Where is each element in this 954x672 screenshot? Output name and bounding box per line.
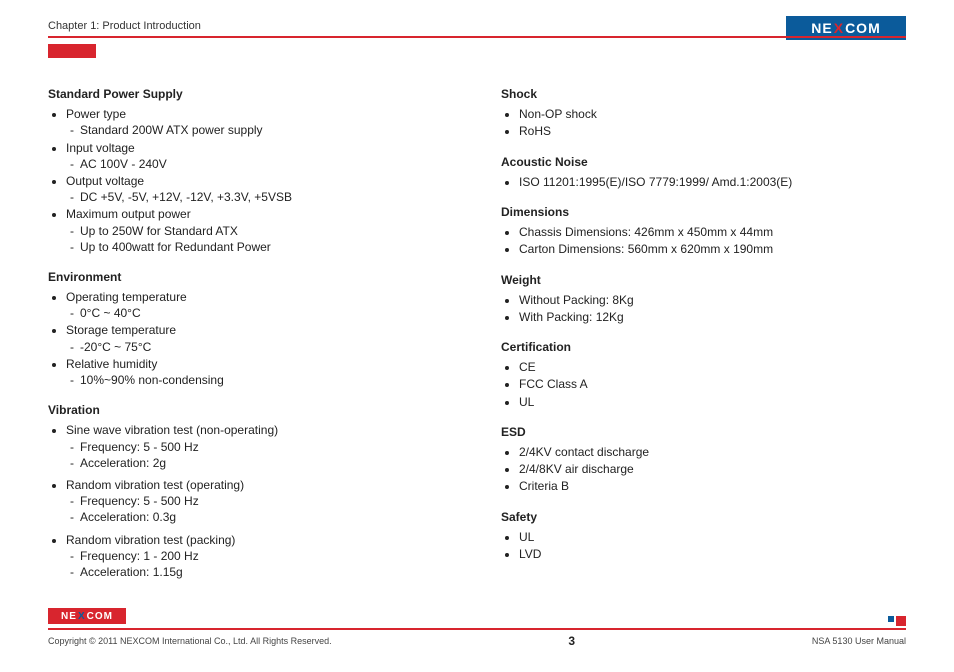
- document-name: NSA 5130 User Manual: [812, 636, 906, 646]
- list-item: Operating temperature 0°C ~ 40°C: [66, 289, 453, 321]
- sub-item: 10%~90% non-condensing: [66, 372, 453, 388]
- sub-item: DC +5V, -5V, +12V, -12V, +3.3V, +5VSB: [66, 189, 453, 205]
- copyright-text: Copyright © 2011 NEXCOM International Co…: [48, 636, 332, 646]
- list-item: Without Packing: 8Kg: [519, 292, 906, 308]
- list-item: UL: [519, 394, 906, 410]
- section-shock: Shock Non-OP shock RoHS: [501, 86, 906, 140]
- section-heading: Certification: [501, 339, 906, 355]
- list-item: Random vibration test (operating) Freque…: [66, 477, 453, 526]
- sub-item: -20°C ~ 75°C: [66, 339, 453, 355]
- list-item: LVD: [519, 546, 906, 562]
- section-heading: Vibration: [48, 402, 453, 418]
- section-heading: Environment: [48, 269, 453, 285]
- section-heading: Dimensions: [501, 204, 906, 220]
- list-item: Relative humidity 10%~90% non-condensing: [66, 356, 453, 388]
- sub-item: Frequency: 1 - 200 Hz: [66, 548, 453, 564]
- section-power-supply: Standard Power Supply Power type Standar…: [48, 86, 453, 255]
- section-safety: Safety UL LVD: [501, 509, 906, 563]
- section-dimensions: Dimensions Chassis Dimensions: 426mm x 4…: [501, 204, 906, 258]
- sub-item: Acceleration: 1.15g: [66, 564, 453, 580]
- sub-item: Standard 200W ATX power supply: [66, 122, 453, 138]
- list-item: Maximum output power Up to 250W for Stan…: [66, 206, 453, 255]
- list-item: ISO 11201:1995(E)/ISO 7779:1999/ Amd.1:2…: [519, 174, 906, 190]
- list-item: 2/4KV contact discharge: [519, 444, 906, 460]
- list-item: Criteria B: [519, 478, 906, 494]
- section-vibration: Vibration Sine wave vibration test (non-…: [48, 402, 453, 580]
- section-heading: ESD: [501, 424, 906, 440]
- list-item: FCC Class A: [519, 376, 906, 392]
- list-item: RoHS: [519, 123, 906, 139]
- section-heading: Weight: [501, 272, 906, 288]
- page-header: Chapter 1: Product Introduction NEXCOM: [48, 18, 906, 46]
- sub-item: Acceleration: 2g: [66, 455, 453, 471]
- list-item: 2/4/8KV air discharge: [519, 461, 906, 477]
- sub-item: Up to 400watt for Redundant Power: [66, 239, 453, 255]
- list-item: Random vibration test (packing) Frequenc…: [66, 532, 453, 581]
- list-item: Output voltage DC +5V, -5V, +12V, -12V, …: [66, 173, 453, 205]
- right-column: Shock Non-OP shock RoHS Acoustic Noise I…: [501, 86, 906, 612]
- content-columns: Standard Power Supply Power type Standar…: [48, 86, 906, 612]
- sub-item: Frequency: 5 - 500 Hz: [66, 439, 453, 455]
- footer-rule: [48, 628, 906, 630]
- section-heading: Acoustic Noise: [501, 154, 906, 170]
- sub-item: Acceleration: 0.3g: [66, 509, 453, 525]
- chapter-title: Chapter 1: Product Introduction: [48, 20, 201, 32]
- section-esd: ESD 2/4KV contact discharge 2/4/8KV air …: [501, 424, 906, 495]
- header-rule: [48, 36, 906, 38]
- sub-item: Up to 250W for Standard ATX: [66, 223, 453, 239]
- section-heading: Shock: [501, 86, 906, 102]
- list-item: Non-OP shock: [519, 106, 906, 122]
- footer-accent-icon: [882, 612, 906, 626]
- section-heading: Safety: [501, 509, 906, 525]
- left-column: Standard Power Supply Power type Standar…: [48, 86, 453, 612]
- list-item: CE: [519, 359, 906, 375]
- list-item: Input voltage AC 100V - 240V: [66, 140, 453, 172]
- sub-item: AC 100V - 240V: [66, 156, 453, 172]
- page-number: 3: [568, 634, 575, 648]
- section-acoustic-noise: Acoustic Noise ISO 11201:1995(E)/ISO 777…: [501, 154, 906, 190]
- header-tab-accent: [48, 44, 96, 58]
- list-item: UL: [519, 529, 906, 545]
- section-heading: Standard Power Supply: [48, 86, 453, 102]
- list-item: Power type Standard 200W ATX power suppl…: [66, 106, 453, 138]
- list-item: Carton Dimensions: 560mm x 620mm x 190mm: [519, 241, 906, 257]
- section-environment: Environment Operating temperature 0°C ~ …: [48, 269, 453, 388]
- section-certification: Certification CE FCC Class A UL: [501, 339, 906, 410]
- list-item: Sine wave vibration test (non-operating)…: [66, 422, 453, 471]
- list-item: Chassis Dimensions: 426mm x 450mm x 44mm: [519, 224, 906, 240]
- section-weight: Weight Without Packing: 8Kg With Packing…: [501, 272, 906, 326]
- sub-item: 0°C ~ 40°C: [66, 305, 453, 321]
- list-item: Storage temperature -20°C ~ 75°C: [66, 322, 453, 354]
- list-item: With Packing: 12Kg: [519, 309, 906, 325]
- sub-item: Frequency: 5 - 500 Hz: [66, 493, 453, 509]
- brand-logo-bottom: NEXCOM: [48, 608, 126, 624]
- page-footer: Copyright © 2011 NEXCOM International Co…: [48, 634, 906, 648]
